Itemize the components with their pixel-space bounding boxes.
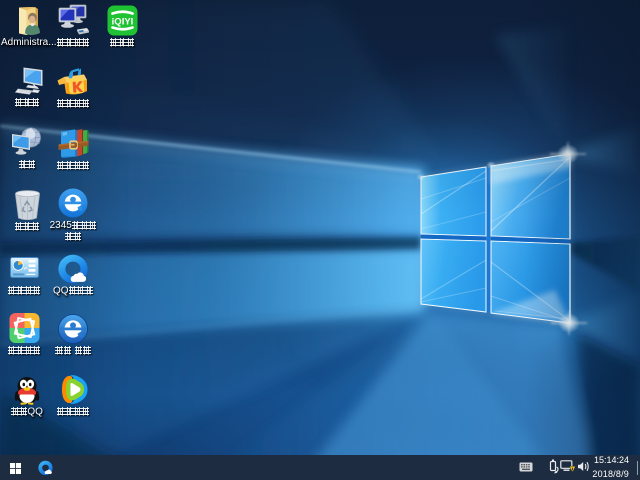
svg-text:iQIYI: iQIYI [111, 17, 133, 28]
